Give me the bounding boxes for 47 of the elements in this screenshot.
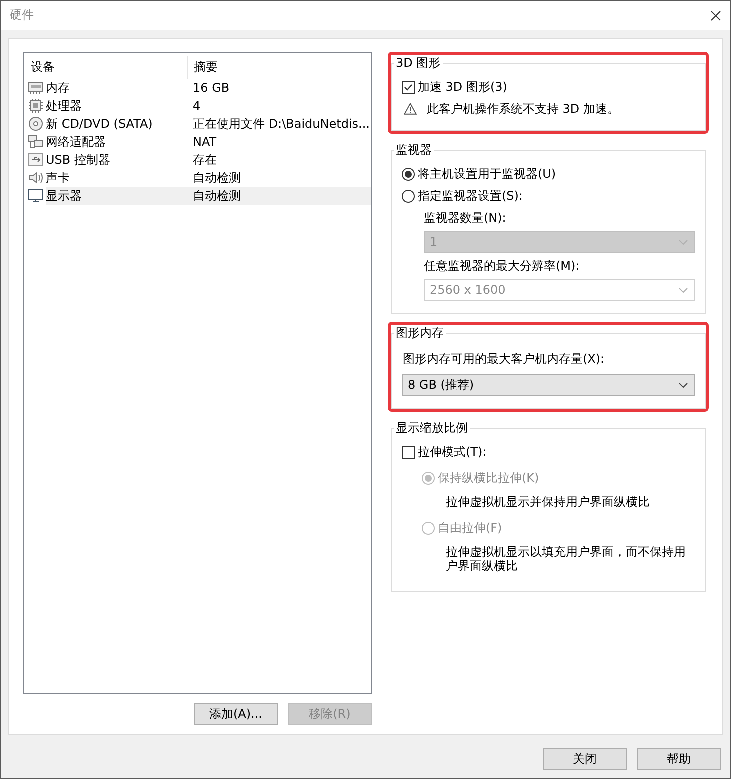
device-summary: 自动检测 <box>193 170 242 187</box>
device-summary: 正在使用文件 D:\BaiduNetdis... <box>193 116 371 133</box>
network-icon <box>28 134 44 150</box>
device-summary: 16 GB <box>193 80 231 97</box>
description-text: 拉伸虚拟机显示并保持用户界面纵横比 <box>444 495 651 509</box>
device-name[interactable]: 声卡 <box>46 169 193 187</box>
device-summary: 存在 <box>193 152 218 169</box>
device-summary: NAT <box>193 134 218 151</box>
device-name[interactable]: 内存 <box>46 79 193 97</box>
device-name[interactable]: 新 CD/DVD (SATA) <box>46 115 193 133</box>
field-label: 图形内存可用的最大客户机内存量(X): <box>402 350 605 368</box>
description-text: 拉伸虚拟机显示以填充用户界面，而不保持用户界面纵横比 <box>444 545 687 573</box>
chevron-down-icon <box>679 382 688 388</box>
chip-icon <box>28 98 44 114</box>
group-title: 3D 图形 <box>396 56 441 70</box>
memory-icon <box>28 80 44 96</box>
group-title: 显示缩放比例 <box>396 421 468 435</box>
device-name[interactable]: 显示器 <box>46 187 193 205</box>
device-name[interactable]: 处理器 <box>46 97 193 115</box>
device-name[interactable]: USB 控制器 <box>46 151 193 169</box>
disc-icon <box>28 116 44 132</box>
checkbox-label[interactable]: 加速 3D 图形(3) <box>418 78 508 96</box>
monitor-icon <box>28 188 44 204</box>
warning-icon <box>404 103 417 115</box>
close-icon[interactable] <box>711 10 721 20</box>
radio-label[interactable]: 将主机设置用于监视器(U) <box>418 166 556 182</box>
warning-text: 此客户机操作系统不支持 3D 加速。 <box>426 100 620 118</box>
device-summary: 自动检测 <box>193 187 371 205</box>
field-label: 监视器数量(N): <box>424 210 506 226</box>
action-button[interactable]: 添加(A)... <box>194 703 278 725</box>
chevron-down-icon <box>679 288 688 292</box>
speaker-icon <box>28 170 44 186</box>
group-title: 监视器 <box>396 143 432 157</box>
column-header[interactable]: 摘要 <box>187 56 371 79</box>
field-label: 任意监视器的最大分辨率(M): <box>424 258 580 274</box>
group-title: 图形内存 <box>396 326 444 340</box>
action-button[interactable]: 关闭 <box>543 748 627 770</box>
window-title: 硬件 <box>10 7 34 24</box>
device-summary: 4 <box>193 98 202 115</box>
checkbox-label[interactable]: 拉伸模式(T): <box>418 444 487 460</box>
radio-label[interactable]: 指定监视器设置(S): <box>418 188 523 204</box>
usb-icon <box>28 152 44 168</box>
dropdown[interactable]: 8 GB (推荐) <box>402 374 695 396</box>
device-name[interactable]: 网络适配器 <box>46 133 193 151</box>
column-header[interactable]: 设备 <box>27 59 187 76</box>
chevron-down-icon <box>679 240 688 244</box>
action-button[interactable]: 帮助 <box>637 748 721 770</box>
